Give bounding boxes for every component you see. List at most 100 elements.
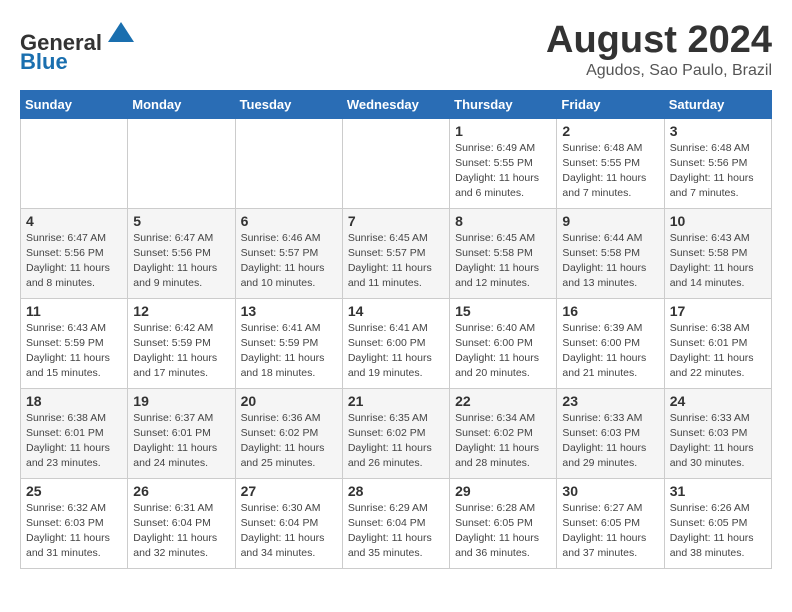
calendar-table: SundayMondayTuesdayWednesdayThursdayFrid…	[20, 90, 772, 569]
day-number: 24	[670, 393, 766, 409]
logo: General Blue	[20, 20, 136, 75]
day-number: 16	[562, 303, 658, 319]
day-detail: Sunrise: 6:44 AM Sunset: 5:58 PM Dayligh…	[562, 231, 658, 292]
week-row-5: 25Sunrise: 6:32 AM Sunset: 6:03 PM Dayli…	[21, 478, 772, 568]
day-detail: Sunrise: 6:48 AM Sunset: 5:56 PM Dayligh…	[670, 141, 766, 202]
day-cell: 15 Sunrise: 6:40 AM Sunset: 6:00 PM Dayli…	[450, 298, 557, 388]
day-detail: Sunrise: 6:43 AM Sunset: 5:58 PM Dayligh…	[670, 231, 766, 292]
day-cell: 31 Sunrise: 6:26 AM Sunset: 6:05 PM Dayli…	[664, 478, 771, 568]
calendar-body: 1 Sunrise: 6:49 AM Sunset: 5:55 PM Daylig…	[21, 118, 772, 568]
day-cell: 1 Sunrise: 6:49 AM Sunset: 5:55 PM Daylig…	[450, 118, 557, 208]
day-cell: 23 Sunrise: 6:33 AM Sunset: 6:03 PM Dayli…	[557, 388, 664, 478]
day-number: 23	[562, 393, 658, 409]
day-cell: 24 Sunrise: 6:33 AM Sunset: 6:03 PM Dayli…	[664, 388, 771, 478]
day-number: 14	[348, 303, 444, 319]
day-cell: 3 Sunrise: 6:48 AM Sunset: 5:56 PM Daylig…	[664, 118, 771, 208]
month-year: August 2024	[546, 20, 772, 62]
day-cell: 30 Sunrise: 6:27 AM Sunset: 6:05 PM Dayli…	[557, 478, 664, 568]
day-cell: 11Sunrise: 6:43 AM Sunset: 5:59 PM Dayli…	[21, 298, 128, 388]
day-number: 6	[241, 213, 337, 229]
day-number: 11	[26, 303, 122, 319]
day-cell: 21 Sunrise: 6:35 AM Sunset: 6:02 PM Dayli…	[342, 388, 449, 478]
day-number: 29	[455, 483, 551, 499]
day-detail: Sunrise: 6:27 AM Sunset: 6:05 PM Dayligh…	[562, 501, 658, 562]
day-detail: Sunrise: 6:40 AM Sunset: 6:00 PM Dayligh…	[455, 321, 551, 382]
day-cell: 27 Sunrise: 6:30 AM Sunset: 6:04 PM Dayli…	[235, 478, 342, 568]
day-number: 21	[348, 393, 444, 409]
weekday-header-saturday: Saturday	[664, 90, 771, 118]
day-number: 2	[562, 123, 658, 139]
day-cell: 20Sunrise: 6:36 AM Sunset: 6:02 PM Dayli…	[235, 388, 342, 478]
day-detail: Sunrise: 6:28 AM Sunset: 6:05 PM Dayligh…	[455, 501, 551, 562]
day-number: 9	[562, 213, 658, 229]
day-number: 22	[455, 393, 551, 409]
day-number: 5	[133, 213, 229, 229]
day-detail: Sunrise: 6:31 AM Sunset: 6:04 PM Dayligh…	[133, 501, 229, 562]
day-cell: 6 Sunrise: 6:46 AM Sunset: 5:57 PM Daylig…	[235, 208, 342, 298]
day-number: 8	[455, 213, 551, 229]
day-cell: 18 Sunrise: 6:38 AM Sunset: 6:01 PM Dayli…	[21, 388, 128, 478]
day-detail: Sunrise: 6:46 AM Sunset: 5:57 PM Dayligh…	[241, 231, 337, 292]
day-detail: Sunrise: 6:41 AM Sunset: 5:59 PM Dayligh…	[241, 321, 337, 382]
day-number: 3	[670, 123, 766, 139]
day-number: 12	[133, 303, 229, 319]
day-cell: 22 Sunrise: 6:34 AM Sunset: 6:02 PM Dayli…	[450, 388, 557, 478]
day-cell	[21, 118, 128, 208]
day-number: 19	[133, 393, 229, 409]
day-cell: 17 Sunrise: 6:38 AM Sunset: 6:01 PM Dayli…	[664, 298, 771, 388]
logo-icon	[106, 20, 136, 50]
day-number: 1	[455, 123, 551, 139]
day-cell: 7 Sunrise: 6:45 AM Sunset: 5:57 PM Daylig…	[342, 208, 449, 298]
day-detail: Sunrise: 6:35 AM Sunset: 6:02 PM Dayligh…	[348, 411, 444, 472]
day-cell: 26 Sunrise: 6:31 AM Sunset: 6:04 PM Dayli…	[128, 478, 235, 568]
day-cell: 2 Sunrise: 6:48 AM Sunset: 5:55 PM Daylig…	[557, 118, 664, 208]
week-row-1: 1 Sunrise: 6:49 AM Sunset: 5:55 PM Daylig…	[21, 118, 772, 208]
page-header: General Blue August 2024 Agudos, Sao Pau…	[20, 20, 772, 80]
day-detail: Sunrise: 6:47 AM Sunset: 5:56 PM Dayligh…	[133, 231, 229, 292]
day-detail: Sunrise: 6:45 AM Sunset: 5:57 PM Dayligh…	[348, 231, 444, 292]
day-number: 15	[455, 303, 551, 319]
day-detail: Sunrise: 6:37 AM Sunset: 6:01 PM Dayligh…	[133, 411, 229, 472]
day-number: 31	[670, 483, 766, 499]
weekday-header-sunday: Sunday	[21, 90, 128, 118]
day-detail: Sunrise: 6:49 AM Sunset: 5:55 PM Dayligh…	[455, 141, 551, 202]
day-number: 28	[348, 483, 444, 499]
day-detail: Sunrise: 6:29 AM Sunset: 6:04 PM Dayligh…	[348, 501, 444, 562]
weekday-header-tuesday: Tuesday	[235, 90, 342, 118]
day-detail: Sunrise: 6:38 AM Sunset: 6:01 PM Dayligh…	[26, 411, 122, 472]
day-number: 30	[562, 483, 658, 499]
day-cell	[128, 118, 235, 208]
week-row-4: 18 Sunrise: 6:38 AM Sunset: 6:01 PM Dayli…	[21, 388, 772, 478]
day-detail: Sunrise: 6:39 AM Sunset: 6:00 PM Dayligh…	[562, 321, 658, 382]
day-detail: Sunrise: 6:33 AM Sunset: 6:03 PM Dayligh…	[562, 411, 658, 472]
day-number: 27	[241, 483, 337, 499]
day-cell	[235, 118, 342, 208]
day-detail: Sunrise: 6:30 AM Sunset: 6:04 PM Dayligh…	[241, 501, 337, 562]
day-number: 18	[26, 393, 122, 409]
day-detail: Sunrise: 6:41 AM Sunset: 6:00 PM Dayligh…	[348, 321, 444, 382]
day-detail: Sunrise: 6:45 AM Sunset: 5:58 PM Dayligh…	[455, 231, 551, 292]
day-detail: Sunrise: 6:48 AM Sunset: 5:55 PM Dayligh…	[562, 141, 658, 202]
day-number: 25	[26, 483, 122, 499]
title-block: August 2024 Agudos, Sao Paulo, Brazil	[546, 20, 772, 80]
day-cell: 14 Sunrise: 6:41 AM Sunset: 6:00 PM Dayli…	[342, 298, 449, 388]
day-cell: 4 Sunrise: 6:47 AM Sunset: 5:56 PM Daylig…	[21, 208, 128, 298]
day-cell: 12Sunrise: 6:42 AM Sunset: 5:59 PM Dayli…	[128, 298, 235, 388]
day-cell: 16 Sunrise: 6:39 AM Sunset: 6:00 PM Dayli…	[557, 298, 664, 388]
day-detail: Sunrise: 6:33 AM Sunset: 6:03 PM Dayligh…	[670, 411, 766, 472]
day-detail: Sunrise: 6:38 AM Sunset: 6:01 PM Dayligh…	[670, 321, 766, 382]
weekday-header-monday: Monday	[128, 90, 235, 118]
day-detail: Sunrise: 6:26 AM Sunset: 6:05 PM Dayligh…	[670, 501, 766, 562]
week-row-2: 4 Sunrise: 6:47 AM Sunset: 5:56 PM Daylig…	[21, 208, 772, 298]
day-cell: 29 Sunrise: 6:28 AM Sunset: 6:05 PM Dayli…	[450, 478, 557, 568]
day-number: 13	[241, 303, 337, 319]
day-number: 17	[670, 303, 766, 319]
day-number: 26	[133, 483, 229, 499]
day-detail: Sunrise: 6:36 AM Sunset: 6:02 PM Dayligh…	[241, 411, 337, 472]
day-number: 4	[26, 213, 122, 229]
day-detail: Sunrise: 6:34 AM Sunset: 6:02 PM Dayligh…	[455, 411, 551, 472]
day-number: 7	[348, 213, 444, 229]
day-cell: 25Sunrise: 6:32 AM Sunset: 6:03 PM Dayli…	[21, 478, 128, 568]
day-cell: 28 Sunrise: 6:29 AM Sunset: 6:04 PM Dayli…	[342, 478, 449, 568]
day-detail: Sunrise: 6:47 AM Sunset: 5:56 PM Dayligh…	[26, 231, 122, 292]
